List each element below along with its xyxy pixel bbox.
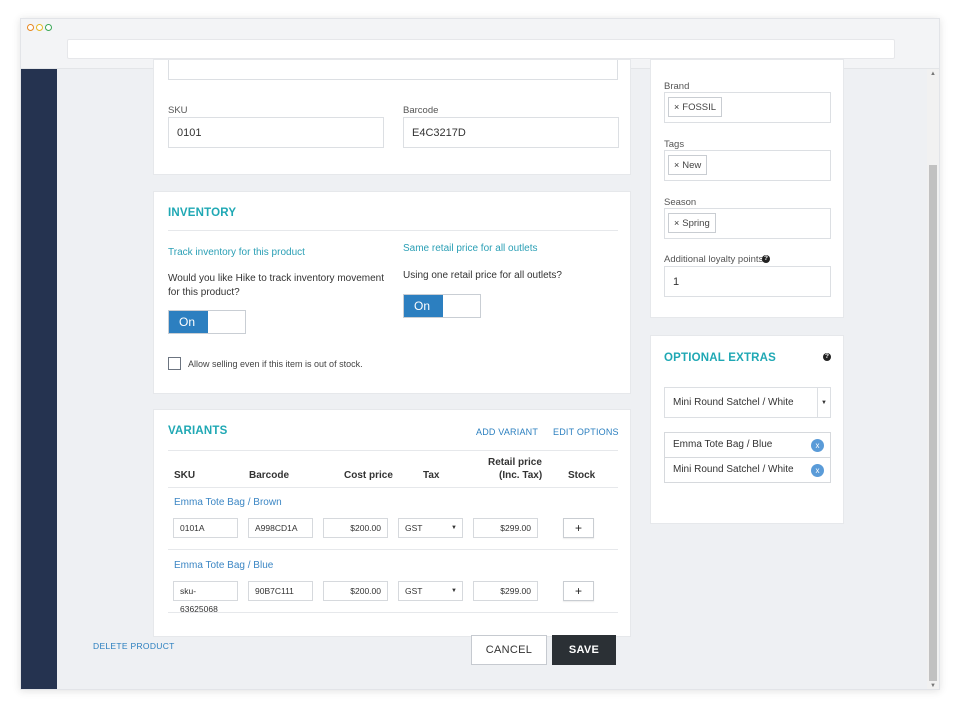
sku-label: SKU	[168, 105, 188, 116]
variant-sku-input[interactable]: sku-63625068	[173, 581, 238, 614]
row-divider	[168, 549, 618, 550]
add-stock-button[interactable]: +	[563, 518, 594, 538]
remove-tag-icon[interactable]: ×	[674, 160, 679, 170]
brand-tag: × FOSSIL	[668, 97, 723, 117]
variant-name[interactable]: Emma Tote Bag / Blue	[174, 560, 273, 571]
optional-extras-title: OPTIONAL EXTRAS	[664, 352, 777, 364]
remove-extra-icon[interactable]: x	[811, 439, 824, 452]
col-barcode: Barcode	[249, 470, 290, 481]
season-label: Season	[664, 197, 697, 208]
cancel-button[interactable]: CANCEL	[471, 635, 547, 665]
season-tag-label: Spring	[682, 218, 710, 229]
variant-barcode-input[interactable]: 90B7C111	[248, 581, 313, 601]
tags-input[interactable]: × New	[664, 150, 831, 181]
same-retail-toggle[interactable]: On	[403, 294, 481, 318]
add-variant-link[interactable]: ADD VARIANT	[476, 427, 538, 437]
variant-tax-select[interactable]: GST ▼	[398, 518, 463, 538]
help-icon[interactable]: ?	[762, 255, 770, 263]
variants-title: VARIANTS	[168, 425, 228, 437]
remove-extra-icon[interactable]: x	[811, 464, 824, 477]
remove-tag-icon[interactable]: ×	[674, 102, 679, 112]
scroll-down-icon[interactable]: ▼	[930, 683, 936, 689]
allow-selling-checkbox[interactable]	[168, 357, 181, 370]
add-stock-button[interactable]: +	[563, 581, 594, 601]
track-inventory-title: Track inventory for this product	[168, 247, 305, 258]
tags-tag: × New	[668, 155, 708, 175]
barcode-input[interactable]: E4C3217D	[403, 117, 619, 148]
loyalty-input[interactable]: 1	[664, 266, 831, 297]
chevron-down-icon: ▼	[821, 400, 827, 406]
extra-item: Mini Round Satchel / White x	[664, 457, 831, 483]
season-input[interactable]: × Spring	[664, 208, 831, 239]
main-content: SKU 0101 Barcode E4C3217D INVENTORY Trac…	[57, 59, 929, 689]
extra-item: Emma Tote Bag / Blue x	[664, 432, 831, 458]
row-divider	[168, 612, 618, 613]
variant-barcode-input[interactable]: A998CD1A	[248, 518, 313, 538]
select-separator	[817, 388, 818, 417]
window-minimize-dot[interactable]	[36, 24, 43, 31]
address-bar[interactable]	[67, 39, 895, 59]
page-scrollbar[interactable]: ▲ ▼	[927, 69, 939, 689]
same-retail-question: Using one retail price for all outlets?	[403, 270, 562, 281]
chevron-down-icon: ▼	[451, 588, 457, 594]
optional-extras-card: OPTIONAL EXTRAS ? Mini Round Satchel / W…	[650, 335, 844, 524]
track-inventory-toggle[interactable]: On	[168, 310, 246, 334]
extra-item-label: Emma Tote Bag / Blue	[673, 439, 773, 450]
header-divider	[168, 487, 618, 488]
variant-cost-input[interactable]: $200.00	[323, 581, 388, 601]
col-retail-2: (Inc. Tax)	[499, 470, 543, 481]
barcode-label: Barcode	[403, 105, 439, 116]
chevron-down-icon: ▼	[451, 525, 457, 531]
edit-options-link[interactable]: EDIT OPTIONS	[553, 427, 619, 437]
variant-retail-input[interactable]: $299.00	[473, 518, 538, 538]
col-tax: Tax	[423, 470, 440, 481]
brand-label: Brand	[664, 81, 690, 92]
save-button[interactable]: SAVE	[552, 635, 616, 665]
variants-divider	[168, 450, 618, 451]
remove-tag-icon[interactable]: ×	[674, 218, 679, 228]
sku-input[interactable]: 0101	[168, 117, 384, 148]
variants-card: VARIANTS ADD VARIANT EDIT OPTIONS SKU Ba…	[153, 409, 631, 637]
inventory-divider	[168, 230, 618, 231]
scrollbar-thumb[interactable]	[929, 165, 937, 681]
product-details-card: SKU 0101 Barcode E4C3217D	[153, 59, 631, 175]
app-sidebar	[21, 69, 57, 689]
variant-tax-value: GST	[405, 523, 423, 533]
variant-tax-value: GST	[405, 586, 423, 596]
season-tag: × Spring	[668, 213, 716, 233]
window-close-dot[interactable]	[27, 24, 34, 31]
scroll-up-icon[interactable]: ▲	[930, 71, 936, 77]
variant-tax-select[interactable]: GST ▼	[398, 581, 463, 601]
col-retail-1: Retail price	[488, 457, 542, 468]
optional-extras-select-value: Mini Round Satchel / White	[673, 397, 794, 408]
optional-extras-select[interactable]: Mini Round Satchel / White ▼	[664, 387, 831, 418]
extra-item-label: Mini Round Satchel / White	[673, 464, 794, 475]
loyalty-label: Additional loyalty points	[664, 254, 764, 265]
track-inventory-question: Would you like Hike to track inventory m…	[168, 273, 385, 298]
inventory-title: INVENTORY	[168, 207, 237, 219]
variant-name[interactable]: Emma Tote Bag / Brown	[174, 497, 282, 508]
col-sku: SKU	[174, 470, 196, 481]
variant-retail-input[interactable]: $299.00	[473, 581, 538, 601]
same-retail-title: Same retail price for all outlets	[403, 243, 538, 254]
attributes-card: Brand × FOSSIL Tags × New Season × Spring A…	[650, 59, 844, 318]
tags-label: Tags	[664, 139, 685, 150]
same-retail-toggle-on: On	[404, 295, 443, 317]
brand-tag-label: FOSSIL	[682, 102, 717, 113]
allow-selling-label: Allow selling even if this item is out o…	[188, 359, 363, 369]
inventory-card: INVENTORY Track inventory for this produ…	[153, 191, 631, 394]
delete-product-link[interactable]: DELETE PRODUCT	[93, 641, 175, 651]
col-cost: Cost price	[344, 470, 393, 481]
description-textarea[interactable]	[168, 60, 618, 80]
track-inventory-toggle-on: On	[169, 311, 208, 333]
browser-window: SKU 0101 Barcode E4C3217D INVENTORY Trac…	[20, 18, 940, 690]
tags-tag-label: New	[682, 160, 702, 171]
col-stock: Stock	[568, 470, 596, 481]
variant-sku-input[interactable]: 0101A	[173, 518, 238, 538]
brand-input[interactable]: × FOSSIL	[664, 92, 831, 123]
help-icon[interactable]: ?	[823, 353, 831, 361]
variant-cost-input[interactable]: $200.00	[323, 518, 388, 538]
window-maximize-dot[interactable]	[45, 24, 52, 31]
